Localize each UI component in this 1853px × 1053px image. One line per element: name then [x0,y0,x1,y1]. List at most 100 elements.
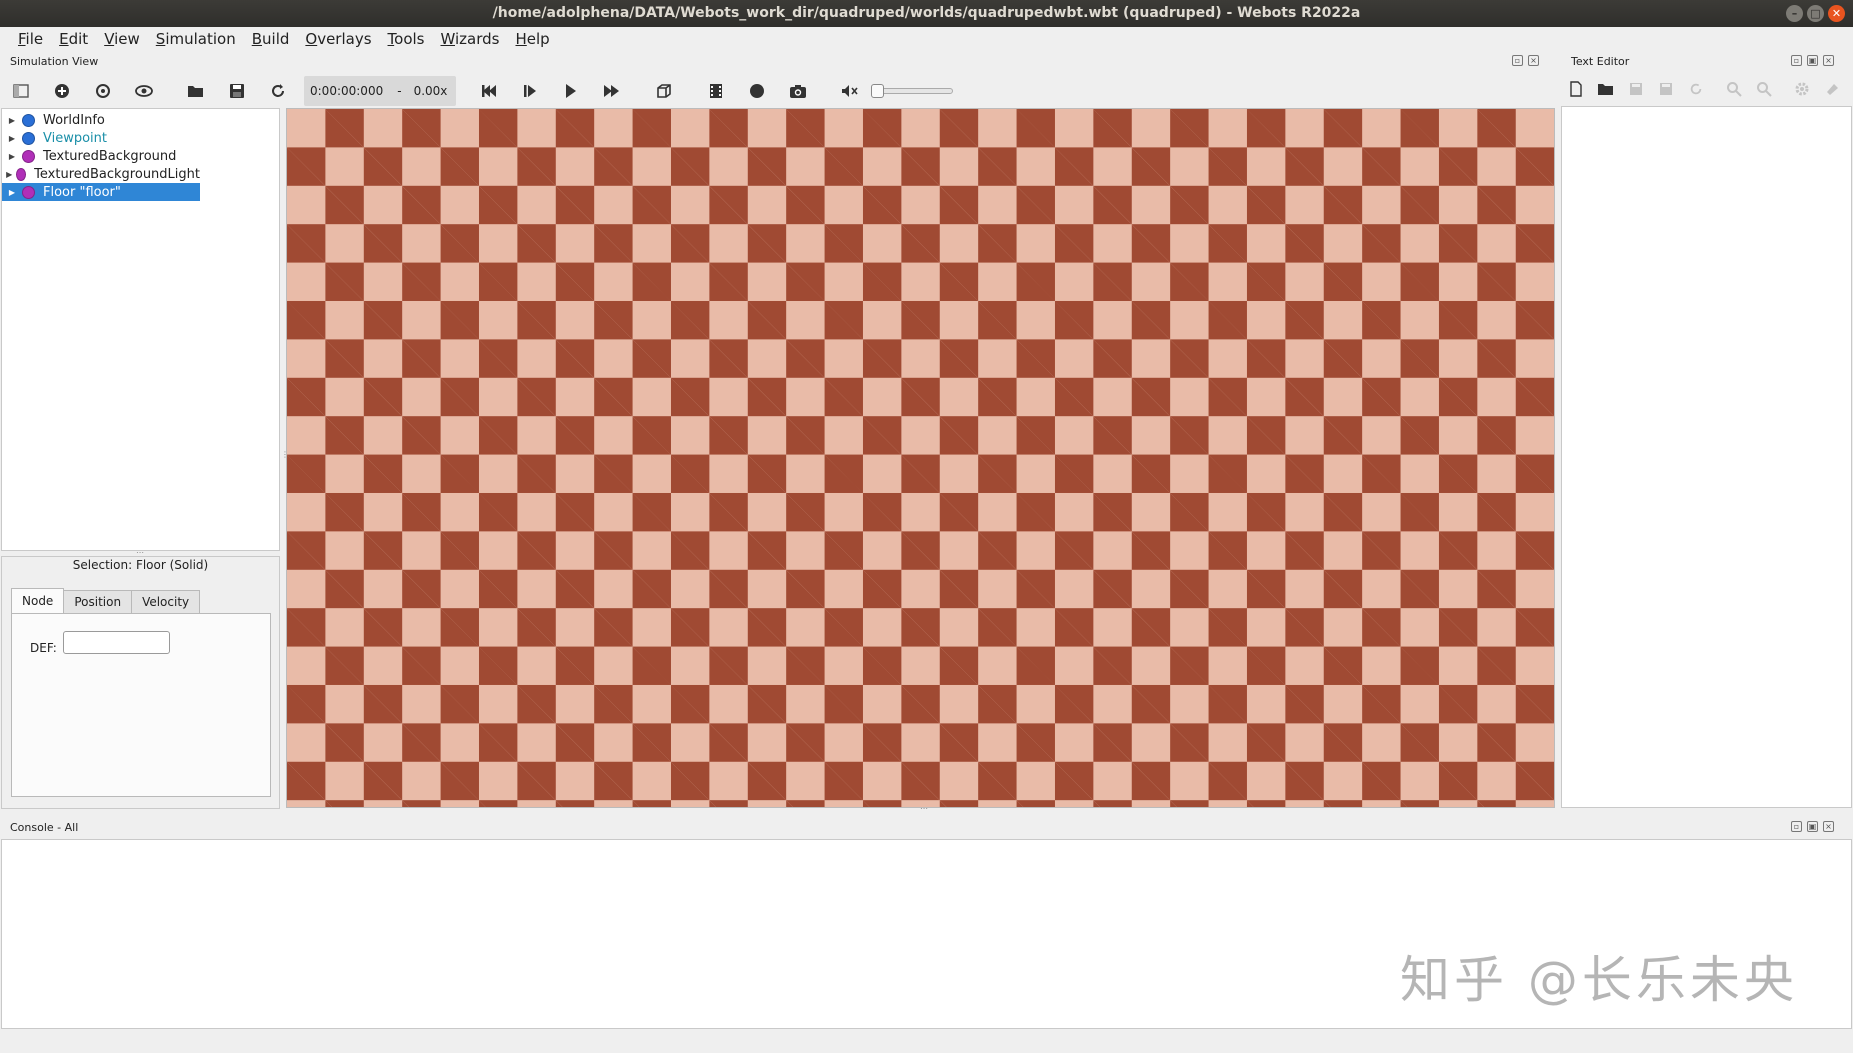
simulation-toolbar: 0:00:00:000 - 0.00x [6,74,1556,108]
volume-slider-handle[interactable] [871,84,884,98]
menu-build[interactable]: Build [244,27,298,51]
minimize-window-button[interactable]: – [1786,5,1803,22]
expand-arrow-icon[interactable]: ▶ [2,188,22,197]
close-window-button[interactable]: ✕ [1828,5,1845,22]
add-node-icon [55,84,69,98]
splitter-handle[interactable]: ⋮ [281,450,289,459]
menu-view[interactable]: View [96,27,148,51]
clear-icon [1827,84,1838,95]
tab-position[interactable]: Position [63,590,133,613]
console-header: Console - All [10,821,79,834]
toolbar-separator [690,79,691,103]
save-file-button[interactable] [1625,78,1647,100]
maximize-panel-icon[interactable]: ▣ [1807,821,1818,832]
splitter-handle[interactable]: ⋯ [920,804,928,813]
find-icon [1727,82,1742,97]
save-world-icon [230,84,244,98]
record-movie-button[interactable] [701,76,731,106]
reset-simulation-icon [482,85,496,97]
toolbar-separator [824,79,825,103]
scene-tree-node-label: Floor "floor" [43,184,121,200]
close-panel-icon[interactable]: × [1823,821,1834,832]
replace-button[interactable] [1753,78,1775,100]
add-node-button[interactable] [47,76,77,106]
text-editor-header: Text Editor [1571,55,1630,68]
settings-button[interactable] [1791,78,1813,100]
record-movie-icon [710,84,722,98]
menu-edit[interactable]: Edit [51,27,96,51]
mute-button[interactable] [835,76,865,106]
close-panel-icon[interactable]: × [1823,55,1834,66]
menu-help[interactable]: Help [508,27,558,51]
tab-node[interactable]: Node [11,588,65,613]
reload-world-button[interactable] [263,76,293,106]
window-titlebar: /home/adolphena/DATA/Webots_work_dir/qua… [0,0,1853,27]
reset-simulation-button[interactable] [474,76,504,106]
text-editor-dock-buttons: ▫ ▣ × [1791,55,1834,66]
fast-forward-button[interactable] [597,76,627,106]
node-ball-icon [22,149,35,163]
eye-button[interactable] [129,76,159,106]
revert-icon [1690,83,1702,95]
new-file-icon [1570,81,1582,97]
simulation-time: 0:00:00:000 [310,84,384,98]
maximize-panel-icon[interactable]: ▣ [1807,55,1818,66]
def-input[interactable] [63,631,170,654]
watermark-text: 知乎 @长乐未央 [1400,951,1798,1009]
node-tab-content: DEF: [11,613,271,797]
scene-tree-node-texturedbackground[interactable]: ▶ TexturedBackground [2,147,200,165]
menu-wizards[interactable]: Wizards [433,27,508,51]
screenshot-button[interactable] [783,76,813,106]
menu-file[interactable]: File [10,27,51,51]
node-ball-icon [22,113,35,127]
toolbar-separator [638,79,639,103]
scene-tree-node-label: WorldInfo [43,112,105,128]
simulation-view-header: Simulation View [10,55,99,68]
menu-overlays[interactable]: Overlays [297,27,379,51]
save-all-icon [1660,83,1672,95]
clear-button[interactable] [1821,78,1843,100]
open-file-button[interactable] [1595,78,1617,100]
float-panel-icon[interactable]: ▫ [1791,821,1802,832]
reset-view-button[interactable] [88,76,118,106]
menu-tools[interactable]: Tools [380,27,433,51]
settings-icon [1795,82,1809,96]
scene-tree-node-texturedbackgroundlight[interactable]: ▶ TexturedBackgroundLight [2,165,200,183]
tab-velocity[interactable]: Velocity [131,590,201,613]
expand-arrow-icon[interactable]: ▶ [2,152,22,161]
fast-forward-icon [604,85,619,97]
scene-tree-node-worldinfo[interactable]: ▶ WorldInfo [2,111,200,129]
simulation-speed: 0.00x [413,84,448,98]
3d-viewport[interactable] [286,108,1555,808]
play-button[interactable] [556,76,586,106]
scene-tree[interactable]: ▶ WorldInfo ▶ Viewpoint ▶ TexturedBackgr… [1,108,280,551]
replace-icon [1757,82,1772,97]
step-button[interactable] [515,76,545,106]
window-controls: – □ ✕ [1786,5,1845,22]
screenshot-icon [790,85,806,98]
menu-simulation[interactable]: Simulation [148,27,244,51]
save-world-button[interactable] [222,76,252,106]
scene-tree-node-viewpoint[interactable]: ▶ Viewpoint [2,129,200,147]
expand-arrow-icon[interactable]: ▶ [2,134,22,143]
view-cube-button[interactable] [649,76,679,106]
float-panel-icon[interactable]: ▫ [1512,55,1523,66]
hide-scene-tree-button[interactable] [6,76,36,106]
maximize-window-button[interactable]: □ [1807,5,1824,22]
find-button[interactable] [1723,78,1745,100]
open-world-button[interactable] [181,76,211,106]
expand-arrow-icon[interactable]: ▶ [2,170,16,179]
record-animation-button[interactable] [742,76,772,106]
text-editor-area[interactable] [1561,106,1852,808]
save-icon [1630,83,1642,95]
close-panel-icon[interactable]: × [1528,55,1539,66]
new-file-button[interactable] [1565,78,1587,100]
scene-tree-node-floor[interactable]: ▶ Floor "floor" [2,183,200,201]
float-panel-icon[interactable]: ▫ [1791,55,1802,66]
field-editor: Selection: Floor (Solid) Node Position V… [1,556,280,809]
volume-slider[interactable] [871,84,953,98]
save-all-button[interactable] [1655,78,1677,100]
revert-button[interactable] [1685,78,1707,100]
expand-arrow-icon[interactable]: ▶ [2,116,22,125]
time-separator: - [397,84,402,98]
